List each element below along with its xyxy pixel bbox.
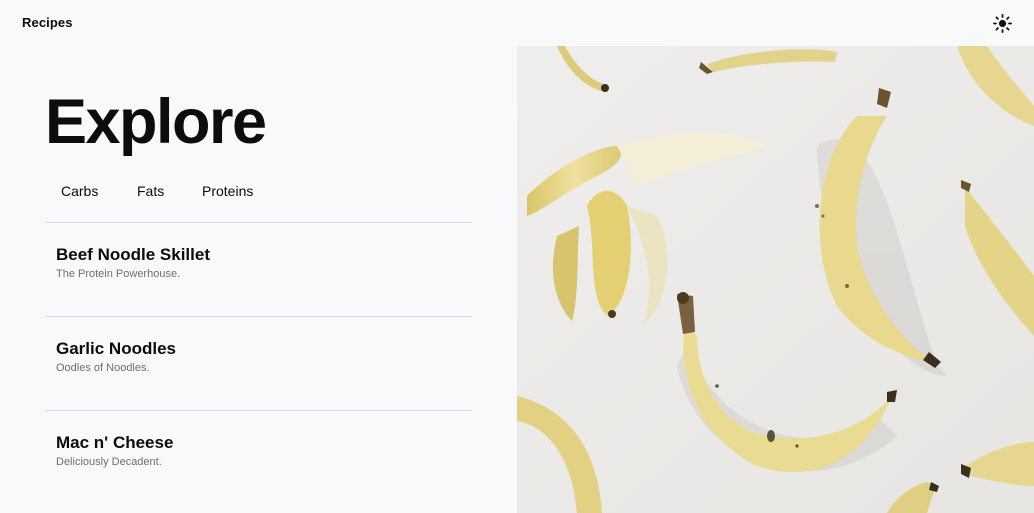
left-pane: Explore Carbs Fats Proteins Beef Noodle … <box>0 46 517 513</box>
hero-image <box>517 46 1034 513</box>
tab-proteins[interactable]: Proteins <box>202 183 253 199</box>
recipe-name: Mac n' Cheese <box>56 433 174 452</box>
recipe-item[interactable]: Garlic Noodles Oodles of Noodles. <box>45 316 472 410</box>
recipe-description: Deliciously Decadent. <box>56 456 162 468</box>
page-title: Explore <box>45 87 267 157</box>
recipe-name: Garlic Noodles <box>56 339 176 358</box>
recipe-description: The Protein Powerhouse. <box>56 268 181 280</box>
top-bar: Recipes <box>0 0 1034 46</box>
brand-title[interactable]: Recipes <box>22 15 73 30</box>
recipe-item[interactable]: Mac n' Cheese Deliciously Decadent. <box>45 410 472 504</box>
recipe-list: Beef Noodle Skillet The Protein Powerhou… <box>45 222 472 504</box>
tab-carbs[interactable]: Carbs <box>61 183 98 199</box>
recipe-item[interactable]: Beef Noodle Skillet The Protein Powerhou… <box>45 222 472 316</box>
tab-fats[interactable]: Fats <box>137 183 164 199</box>
sun-icon[interactable] <box>993 14 1012 33</box>
recipe-description: Oodles of Noodles. <box>56 362 150 374</box>
bananas-photo <box>517 46 1034 513</box>
recipe-name: Beef Noodle Skillet <box>56 245 210 264</box>
